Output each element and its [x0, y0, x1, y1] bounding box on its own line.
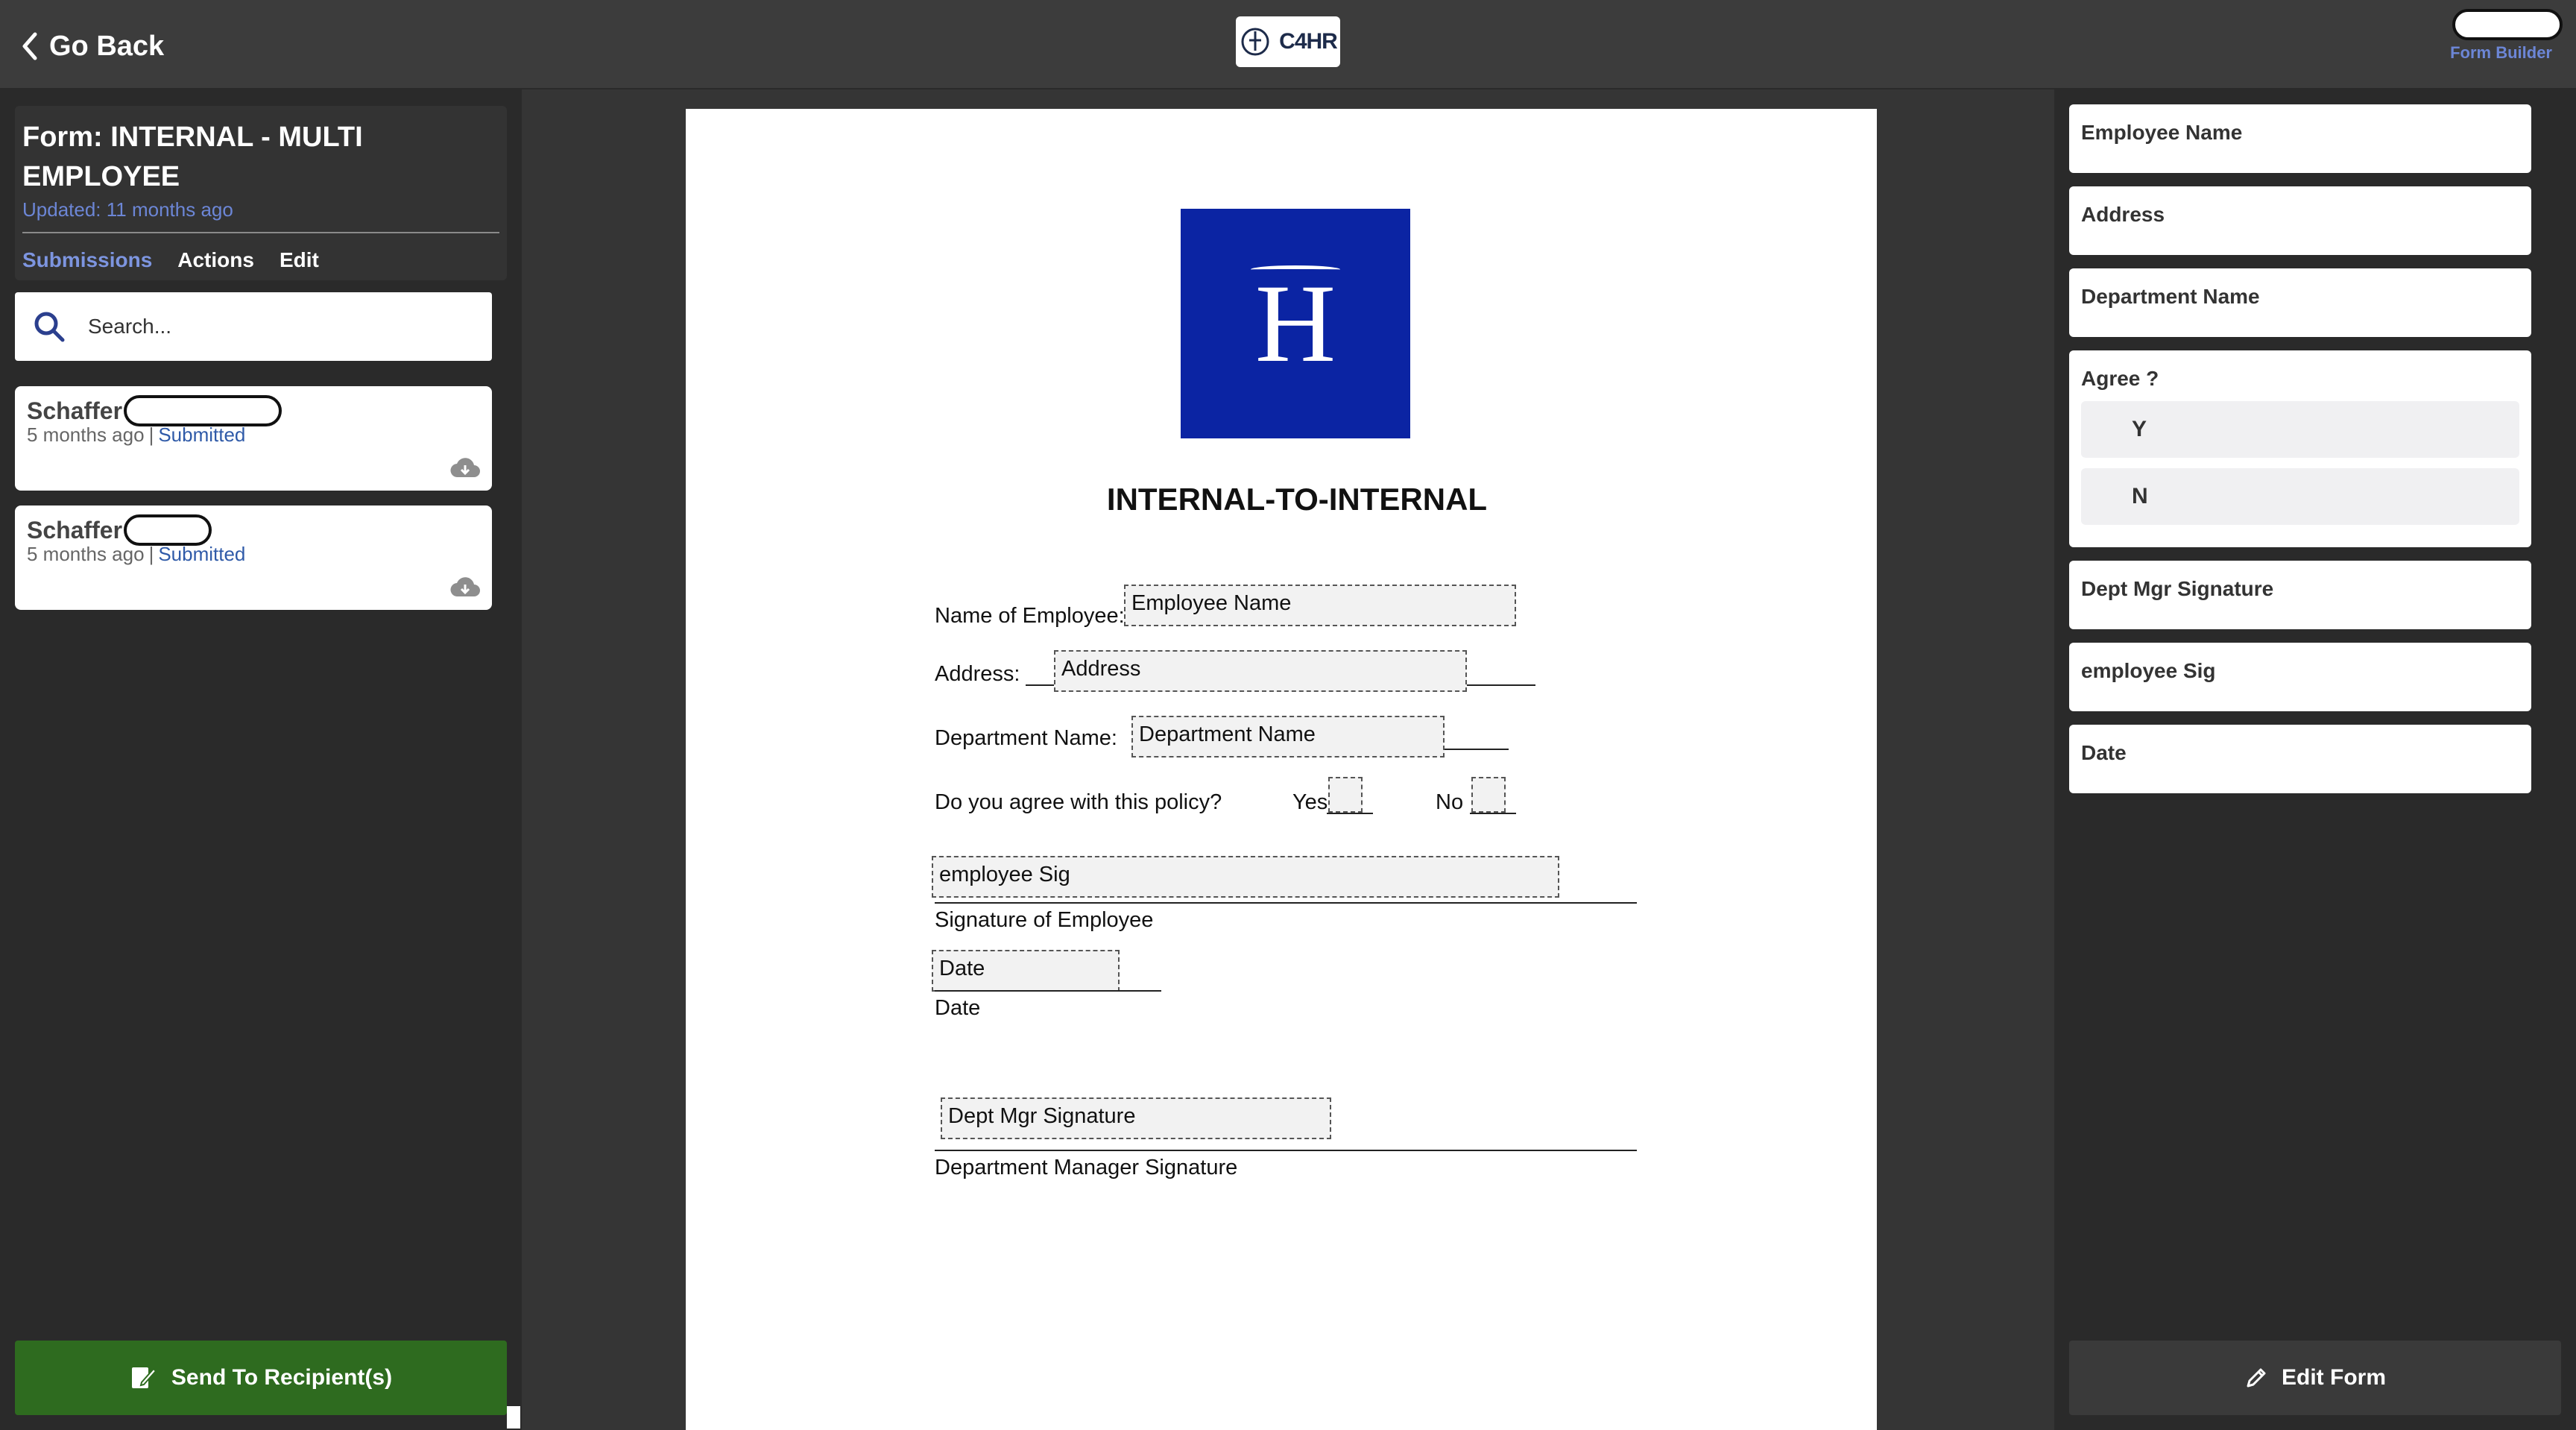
top-bar: Go Back C4HR Form Builder	[0, 0, 2576, 89]
edit-form-button[interactable]: Edit Form	[2069, 1341, 2561, 1415]
document-logo: H	[1181, 209, 1410, 438]
edit-form-label: Edit Form	[2282, 1365, 2386, 1390]
document-preview: H INTERNAL-TO-INTERNAL Name of Employee:…	[686, 109, 1877, 1430]
yes-underline	[1327, 813, 1373, 814]
form-tabs: Submissions Actions Edit	[22, 248, 499, 272]
label-department-manager-signature: Department Manager Signature	[935, 1156, 1238, 1179]
field-department-name[interactable]: Department Name	[1131, 716, 1445, 757]
go-back-button[interactable]: Go Back	[21, 25, 164, 67]
submission-name: Schaffer	[27, 397, 123, 424]
submissions-panel: Form: INTERNAL - MULTI EMPLOYEE Updated:…	[0, 89, 522, 1430]
search-icon	[34, 312, 65, 342]
go-back-label: Go Back	[49, 30, 165, 62]
field-item-dept-mgr-signature[interactable]: Dept Mgr Signature	[2069, 561, 2531, 629]
field-employee-sig[interactable]: employee Sig	[932, 856, 1559, 898]
submission-status: Submitted	[158, 543, 246, 565]
label-no: No	[1436, 790, 1464, 814]
fields-panel: Employee Name Address Department Name Ag…	[2054, 89, 2576, 1430]
field-item-employee-name[interactable]: Employee Name	[2069, 104, 2531, 173]
date-line	[935, 990, 1161, 992]
chevron-left-icon	[22, 32, 37, 60]
sign-document-icon	[131, 1367, 157, 1388]
form-info-card: Form: INTERNAL - MULTI EMPLOYEE Updated:…	[15, 106, 507, 280]
user-menu-redacted[interactable]	[2452, 9, 2563, 40]
field-dept-mgr-signature[interactable]: Dept Mgr Signature	[941, 1097, 1331, 1139]
label-yes: Yes	[1292, 790, 1328, 814]
tab-actions[interactable]: Actions	[177, 248, 254, 272]
search-box	[15, 292, 492, 361]
checkbox-no[interactable]	[1471, 777, 1506, 813]
submission-meta: 5 months ago | Submitted	[27, 423, 246, 446]
field-item-address[interactable]: Address	[2069, 186, 2531, 255]
label-department-name: Department Name:	[935, 726, 1117, 750]
field-address[interactable]: Address	[1054, 650, 1467, 692]
field-item-agree[interactable]: Agree ? Y N	[2069, 350, 2531, 547]
field-item-date[interactable]: Date	[2069, 725, 2531, 793]
logo-letter: H	[1250, 259, 1341, 388]
no-underline	[1470, 813, 1516, 814]
field-item-employee-sig[interactable]: employee Sig	[2069, 643, 2531, 711]
submission-card[interactable]: Schaffer 5 months ago | Submitted	[15, 505, 492, 610]
document-title: INTERNAL-TO-INTERNAL	[1106, 482, 1488, 517]
submission-meta: 5 months ago | Submitted	[27, 543, 246, 565]
agree-label: Agree ?	[2081, 367, 2159, 390]
send-to-recipients-button[interactable]: Send To Recipient(s)	[15, 1341, 507, 1415]
brand-text: C4HR	[1279, 29, 1338, 54]
search-input[interactable]	[88, 315, 476, 338]
divider	[22, 232, 499, 233]
redacted-name	[124, 395, 282, 426]
cloud-download-icon[interactable]	[450, 576, 480, 598]
field-employee-name[interactable]: Employee Name	[1124, 585, 1516, 626]
submission-name: Schaffer	[27, 516, 123, 544]
field-date[interactable]: Date	[932, 950, 1120, 992]
submission-time: 5 months ago	[27, 423, 145, 446]
form-updated-time: Updated: 11 months ago	[22, 198, 233, 221]
redacted-name	[124, 514, 212, 546]
form-builder-link[interactable]: Form Builder	[2450, 43, 2552, 63]
checkbox-yes[interactable]	[1328, 777, 1363, 813]
submission-card[interactable]: Schaffer 5 months ago | Submitted	[15, 386, 492, 491]
pencil-icon	[2247, 1368, 2266, 1388]
label-name-of-employee: Name of Employee:	[935, 604, 1125, 628]
brand-logo: C4HR	[1236, 16, 1340, 67]
submission-status: Submitted	[158, 423, 246, 446]
tab-edit[interactable]: Edit	[280, 248, 319, 272]
label-address: Address:	[935, 662, 1020, 686]
label-agree: Do you agree with this policy?	[935, 790, 1222, 814]
dept-mgr-sig-line	[935, 1150, 1637, 1151]
label-date: Date	[935, 996, 981, 1020]
label-signature-of-employee: Signature of Employee	[935, 908, 1154, 932]
submission-time: 5 months ago	[27, 543, 145, 565]
tab-submissions[interactable]: Submissions	[22, 248, 152, 272]
agree-option-n[interactable]: N	[2081, 468, 2519, 525]
send-button-label: Send To Recipient(s)	[171, 1365, 393, 1390]
employee-sig-line	[935, 902, 1637, 904]
field-item-department-name[interactable]: Department Name	[2069, 268, 2531, 337]
agree-option-y[interactable]: Y	[2081, 401, 2519, 458]
cloud-download-icon[interactable]	[450, 456, 480, 479]
brand-mark-icon	[1241, 28, 1269, 56]
scrollbar-thumb[interactable]	[507, 1406, 520, 1429]
form-title: Form: INTERNAL - MULTI EMPLOYEE	[22, 122, 363, 192]
